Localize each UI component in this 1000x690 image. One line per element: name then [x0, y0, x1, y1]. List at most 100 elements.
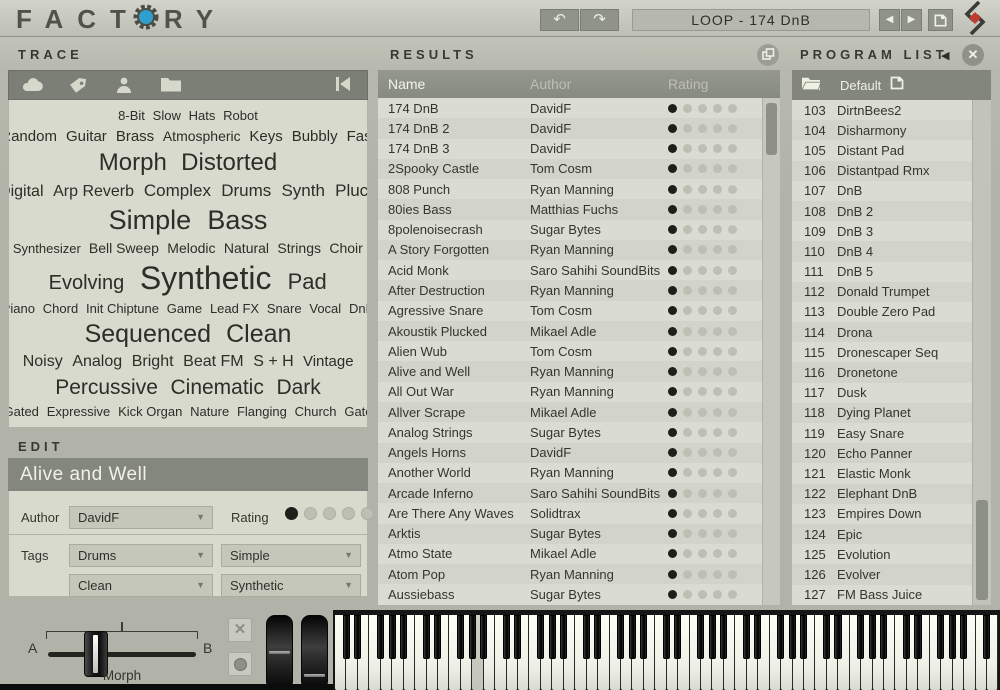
- black-key[interactable]: [434, 615, 441, 659]
- rating-dot[interactable]: [698, 306, 707, 315]
- black-key[interactable]: [400, 615, 407, 659]
- tag-cloud-word[interactable]: Choir: [329, 241, 362, 255]
- tag-cloud-word[interactable]: Vocal: [309, 302, 341, 315]
- table-row[interactable]: Atmo StateMikael Adle: [378, 544, 780, 564]
- rating-dot[interactable]: [683, 185, 692, 194]
- rating-dot[interactable]: [713, 144, 722, 153]
- tag-cloud-word[interactable]: S + H: [253, 354, 293, 370]
- table-row[interactable]: Alive and WellRyan Manning: [378, 361, 780, 381]
- tag-cloud-word[interactable]: Bass: [207, 207, 267, 234]
- table-row[interactable]: 808 PunchRyan Manning: [378, 179, 780, 199]
- rating-dot[interactable]: [698, 408, 707, 417]
- program-list-item[interactable]: 103DirtnBees2: [792, 100, 973, 120]
- redo-button[interactable]: ↷: [580, 9, 619, 31]
- rating-dot[interactable]: [683, 509, 692, 518]
- rating-dot[interactable]: [668, 590, 677, 599]
- tag-cloud-word[interactable]: Church: [295, 405, 337, 418]
- program-list-collapse-icon[interactable]: ◀: [941, 49, 949, 62]
- program-list-item[interactable]: 104Disharmony: [792, 120, 973, 140]
- rating-dot[interactable]: [713, 408, 722, 417]
- black-key[interactable]: [640, 615, 647, 659]
- tag-cloud-word[interactable]: Vintage: [303, 354, 354, 369]
- black-key[interactable]: [629, 615, 636, 659]
- rating-dot[interactable]: [698, 124, 707, 133]
- rating-dot[interactable]: [713, 327, 722, 336]
- rating-dot[interactable]: [668, 529, 677, 538]
- tag-cloud-word[interactable]: Cinematic: [170, 377, 263, 398]
- rating-dot[interactable]: [668, 104, 677, 113]
- table-row[interactable]: AussiebassSugar Bytes: [378, 584, 780, 604]
- program-list-item[interactable]: 106Distantpad Rmx: [792, 161, 973, 181]
- black-key[interactable]: [514, 615, 521, 659]
- rating-dot[interactable]: [698, 286, 707, 295]
- black-key[interactable]: [423, 615, 430, 659]
- tag-cloud-word[interactable]: Synthetic: [140, 262, 272, 294]
- table-row[interactable]: A Story ForgottenRyan Manning: [378, 240, 780, 260]
- rating-dot[interactable]: [713, 286, 722, 295]
- table-row[interactable]: Another WorldRyan Manning: [378, 463, 780, 483]
- table-row[interactable]: 174 DnBDavidF: [378, 98, 780, 118]
- rating-dot[interactable]: [713, 428, 722, 437]
- table-row[interactable]: Alien WubTom Cosm: [378, 341, 780, 361]
- program-list-item[interactable]: 120Echo Panner: [792, 443, 973, 463]
- rating-dot[interactable]: [668, 489, 677, 498]
- rating-dot[interactable]: [728, 164, 737, 173]
- table-row[interactable]: Allver ScrapeMikael Adle: [378, 402, 780, 422]
- tag-cloud-word[interactable]: 8-Bit: [118, 109, 145, 122]
- rating-dot[interactable]: [728, 468, 737, 477]
- rating-dot[interactable]: [728, 509, 737, 518]
- tag-dropdown-2[interactable]: Simple ▼: [221, 544, 361, 567]
- program-list-item[interactable]: 109DnB 3: [792, 221, 973, 241]
- program-list-item[interactable]: 115Dronescaper Seq: [792, 342, 973, 362]
- black-key[interactable]: [960, 615, 967, 659]
- rating-dot[interactable]: [668, 164, 677, 173]
- rating-dot[interactable]: [683, 428, 692, 437]
- rating-dot[interactable]: [713, 124, 722, 133]
- prev-preset-button[interactable]: ◀: [879, 9, 900, 31]
- rating-dot[interactable]: [285, 507, 298, 520]
- black-key[interactable]: [949, 615, 956, 659]
- tag-cloud-word[interactable]: Synth: [281, 182, 324, 199]
- black-key[interactable]: [903, 615, 910, 659]
- rating-dot[interactable]: [698, 387, 707, 396]
- rating-dot[interactable]: [728, 387, 737, 396]
- tag-cloud-word[interactable]: Complex: [144, 182, 211, 199]
- tag-cloud-word[interactable]: Keys: [249, 129, 282, 144]
- rating-dot[interactable]: [728, 144, 737, 153]
- folder-icon[interactable]: [159, 75, 181, 95]
- black-key[interactable]: [743, 615, 750, 659]
- table-row[interactable]: All Out WarRyan Manning: [378, 382, 780, 402]
- rating-dot[interactable]: [698, 590, 707, 599]
- rating-dot[interactable]: [668, 367, 677, 376]
- tag-cloud-word[interactable]: Init Chiptune: [86, 302, 159, 315]
- tag-cloud-word[interactable]: Noisy: [23, 354, 63, 370]
- tag-cloud-word[interactable]: Pad: [288, 271, 327, 293]
- program-list-item[interactable]: 111DnB 5: [792, 262, 973, 282]
- rating-dot[interactable]: [668, 327, 677, 336]
- rating-dot[interactable]: [683, 529, 692, 538]
- tag-cloud-word[interactable]: Drums: [221, 182, 271, 199]
- black-key[interactable]: [937, 615, 944, 659]
- rating-dot[interactable]: [698, 205, 707, 214]
- program-list-scrollbar[interactable]: [972, 100, 991, 605]
- rating-dot[interactable]: [713, 205, 722, 214]
- rating-dot[interactable]: [323, 507, 336, 520]
- rating-dot[interactable]: [713, 387, 722, 396]
- rating-dot[interactable]: [668, 509, 677, 518]
- black-key[interactable]: [709, 615, 716, 659]
- program-list-item[interactable]: 117Dusk: [792, 383, 973, 403]
- user-icon[interactable]: [113, 75, 135, 95]
- program-list-item[interactable]: 112Donald Trumpet: [792, 282, 973, 302]
- rating-dot[interactable]: [698, 489, 707, 498]
- copy-results-button[interactable]: [757, 44, 779, 66]
- table-row[interactable]: Analog StringsSugar Bytes: [378, 422, 780, 442]
- tag-cloud-word[interactable]: Random: [8, 129, 57, 144]
- rating-dot[interactable]: [728, 185, 737, 194]
- table-row[interactable]: Angels HornsDavidF: [378, 443, 780, 463]
- rating-dot[interactable]: [342, 507, 355, 520]
- rating-dot[interactable]: [728, 428, 737, 437]
- rating-dot[interactable]: [728, 286, 737, 295]
- tag-cloud-word[interactable]: Sequenced: [85, 322, 212, 347]
- table-row[interactable]: 8polenoisecrashSugar Bytes: [378, 220, 780, 240]
- rating-dot[interactable]: [683, 347, 692, 356]
